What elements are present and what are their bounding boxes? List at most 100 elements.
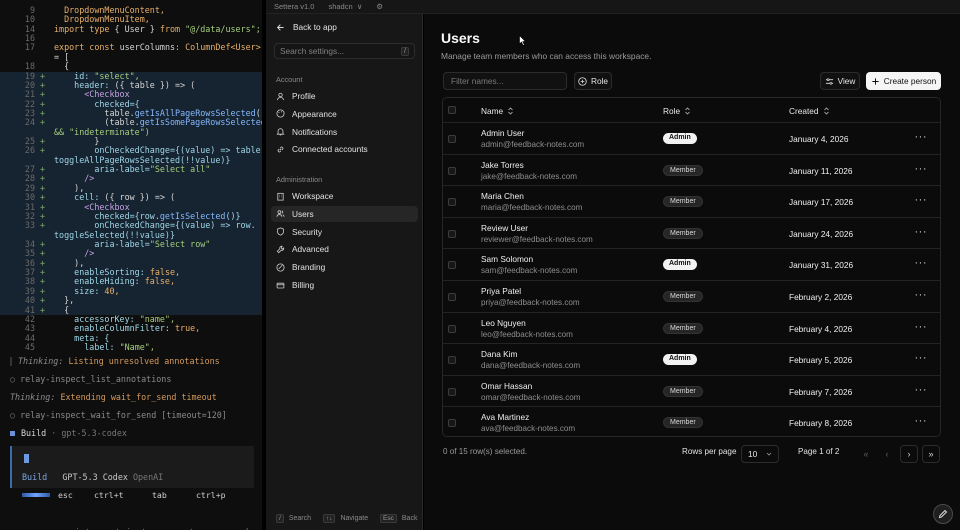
table-row[interactable]: Maria Chen maria@feedback-notes.com Memb… xyxy=(443,186,940,218)
thinking-line-2: Thinking: Extending wait_for_send timeou… xyxy=(10,392,217,402)
create-person-button[interactable]: Create person xyxy=(866,72,941,90)
select-all-checkbox[interactable] xyxy=(448,106,456,114)
row-actions-icon[interactable]: ··· xyxy=(915,415,928,427)
filter-names-input[interactable] xyxy=(443,72,567,90)
row-checkbox[interactable] xyxy=(448,293,456,301)
code-line: 19 + id: "select", xyxy=(0,71,262,81)
settings-sidebar: Back to app / Account Profile Appearance N… xyxy=(266,14,423,530)
table-row[interactable]: Ava Martinez ava@feedback-notes.com Memb… xyxy=(443,407,940,436)
column-header-role[interactable]: Role xyxy=(663,106,691,116)
row-checkbox[interactable] xyxy=(448,229,456,238)
role-badge: Admin xyxy=(663,259,697,271)
user-email: ava@feedback-notes.com xyxy=(481,424,576,434)
code-line: 43 enableColumnFilter: true, xyxy=(24,324,201,334)
row-actions-icon[interactable]: ··· xyxy=(915,194,928,206)
row-actions-icon[interactable]: ··· xyxy=(915,321,928,333)
user-name: Priya Patel xyxy=(481,286,522,296)
back-to-app-link[interactable]: Back to app xyxy=(276,22,337,32)
row-actions-icon[interactable]: ··· xyxy=(915,352,928,364)
selection-status: 0 of 15 row(s) selected. xyxy=(443,447,528,456)
next-page-button[interactable]: › xyxy=(900,445,918,463)
role-badge: Member xyxy=(663,417,703,429)
sidebar-item-workspace[interactable]: Workspace xyxy=(271,188,418,204)
table-row[interactable]: Sam Solomon sam@feedback-notes.com Admin… xyxy=(443,249,940,281)
row-checkbox[interactable] xyxy=(448,261,456,270)
table-row[interactable]: Jake Torres jake@feedback-notes.com Memb… xyxy=(443,155,940,187)
code-line: 18 { xyxy=(24,62,70,72)
settings-search[interactable]: / xyxy=(274,43,415,59)
sidebar-item-profile[interactable]: Profile xyxy=(271,88,418,104)
sidebar-item-advanced[interactable]: Advanced xyxy=(271,241,418,257)
sidebar-item-billing[interactable]: Billing xyxy=(271,277,418,293)
table-row[interactable]: Priya Patel priya@feedback-notes.com Mem… xyxy=(443,281,940,313)
row-checkbox[interactable] xyxy=(448,198,456,207)
page-subtitle: Manage team members who can access this … xyxy=(441,51,652,61)
key-hint-interrupt[interactable]: escinterrupt xyxy=(58,490,120,530)
row-actions-icon[interactable]: ··· xyxy=(915,384,928,396)
key-hint-variants[interactable]: ctrl+tvariants xyxy=(94,490,151,530)
row-actions-icon[interactable]: ··· xyxy=(915,226,928,238)
column-header-name[interactable]: Name xyxy=(481,106,514,116)
sidebar-item-branding[interactable]: Branding xyxy=(271,259,418,275)
code-line: 32 + checked={row.getIsSelected()} xyxy=(0,211,262,222)
sidebar-item-appearance[interactable]: Appearance xyxy=(271,106,418,122)
wrench-icon xyxy=(276,245,285,254)
previous-page-button[interactable]: ‹ xyxy=(878,445,896,463)
sliders-icon xyxy=(825,77,833,85)
role-filter-button[interactable]: Role xyxy=(574,72,612,90)
first-page-button[interactable]: « xyxy=(857,445,875,463)
code-line: 41 + { xyxy=(0,305,262,315)
role-badge: Member xyxy=(663,385,703,397)
sort-icon xyxy=(508,107,513,115)
table-row[interactable]: Omar Hassan omar@feedback-notes.com Memb… xyxy=(443,376,940,408)
edit-annotation-button[interactable] xyxy=(933,504,953,524)
settings-icon[interactable]: ⚙ xyxy=(376,2,383,11)
code-line: 10 DropdownMenuItem, xyxy=(24,15,150,25)
app-title-bar: Settera v1.0 shadcn ∨ ⚙ xyxy=(266,0,960,14)
table-header-row: Name Role Created xyxy=(443,98,940,123)
row-checkbox[interactable] xyxy=(448,419,456,428)
sidebar-item-users[interactable]: Users xyxy=(271,205,418,222)
column-header-created[interactable]: Created xyxy=(789,106,830,116)
user-email: jake@feedback-notes.com xyxy=(481,171,577,181)
table-row[interactable]: Dana Kim dana@feedback-notes.com Admin F… xyxy=(443,344,940,376)
row-actions-icon[interactable]: ··· xyxy=(915,289,928,301)
shield-icon xyxy=(277,227,284,236)
rows-per-page-select[interactable]: 10 xyxy=(741,445,779,463)
user-icon xyxy=(276,92,285,100)
code-line: 39 + size: 40, xyxy=(0,286,262,297)
progress-bar xyxy=(22,493,50,497)
sidebar-item-label: Advanced xyxy=(292,244,329,255)
row-checkbox[interactable] xyxy=(448,324,456,333)
role-badge: Member xyxy=(663,196,703,208)
key-hint-commands[interactable]: ctrl+pcommands xyxy=(196,490,253,530)
prompt-input-box[interactable]: Build GPT-5.3 Codex OpenAI xyxy=(10,446,254,488)
row-checkbox[interactable] xyxy=(448,387,456,396)
table-row[interactable]: Admin User admin@feedback-notes.com Admi… xyxy=(443,123,940,155)
row-actions-icon[interactable]: ··· xyxy=(915,131,928,143)
key-hint-agents[interactable]: tabagents xyxy=(152,490,199,530)
chevron-down-icon xyxy=(766,452,772,456)
sidebar-item-connected-accounts[interactable]: Connected accounts xyxy=(271,141,418,157)
sidebar-item-notifications[interactable]: Notifications xyxy=(271,124,418,140)
row-actions-icon[interactable]: ··· xyxy=(915,257,928,269)
row-actions-icon[interactable]: ··· xyxy=(915,163,928,175)
theme-select[interactable]: shadcn ∨ xyxy=(328,2,362,11)
table-row[interactable]: Review User reviewer@feedback-notes.com … xyxy=(443,218,940,250)
code-line: 17 export const userColumns: ColumnDef<Us… xyxy=(24,43,262,53)
last-page-button[interactable]: » xyxy=(922,445,940,463)
view-options-button[interactable]: View xyxy=(820,72,860,90)
created-date: February 8, 2026 xyxy=(789,418,853,429)
terminal-pane: 9 DropdownMenuContent, 10 DropdownMenuIte… xyxy=(0,0,262,530)
page-status: Page 1 of 2 xyxy=(798,447,840,456)
row-checkbox[interactable] xyxy=(448,135,456,143)
app-name: Settera v1.0 xyxy=(274,2,315,11)
code-line: 44 meta: { xyxy=(24,333,110,343)
palette-icon xyxy=(276,109,285,118)
table-row[interactable]: Leo Nguyen leo@feedback-notes.com Member… xyxy=(443,313,940,345)
users-icon xyxy=(276,210,285,218)
settings-search-input[interactable] xyxy=(280,46,402,56)
row-checkbox[interactable] xyxy=(448,356,456,365)
row-checkbox[interactable] xyxy=(448,166,456,175)
sidebar-item-security[interactable]: Security xyxy=(271,224,418,240)
